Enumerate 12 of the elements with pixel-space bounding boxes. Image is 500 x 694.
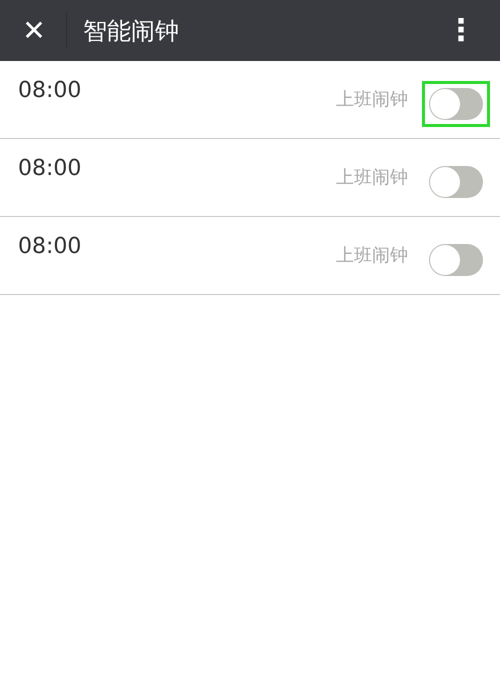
- toggle-switch[interactable]: [429, 88, 483, 120]
- alarm-time: 08:00: [18, 78, 82, 103]
- alarm-label: 上班闹钟: [336, 244, 408, 267]
- toggle-switch[interactable]: [429, 244, 483, 276]
- alarm-label: 上班闹钟: [336, 88, 408, 111]
- more-menu-button[interactable]: ⋮: [446, 10, 476, 50]
- alarm-label: 上班闹钟: [336, 166, 408, 189]
- alarm-time: 08:00: [18, 156, 82, 181]
- alarm-time: 08:00: [18, 234, 82, 259]
- page-title: 智能闹钟: [83, 16, 180, 46]
- toggle-switch[interactable]: [429, 166, 483, 198]
- close-button[interactable]: ✕: [14, 10, 54, 50]
